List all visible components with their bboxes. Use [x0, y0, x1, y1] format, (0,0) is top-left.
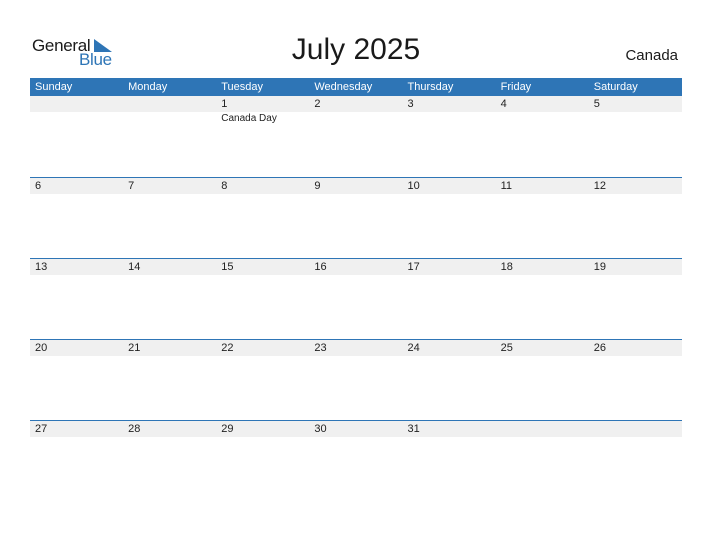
day-number: 25 [500, 342, 513, 354]
day-number: 21 [128, 342, 141, 354]
day-number: 19 [593, 261, 606, 273]
day-number: 14 [128, 261, 141, 273]
day-number: 30 [314, 423, 327, 435]
weekday-label: Monday [128, 81, 168, 93]
weekday-label: Thursday [407, 81, 454, 93]
day-number: 12 [593, 180, 606, 192]
day-number [496, 421, 589, 437]
day-number: 20 [35, 342, 48, 354]
calendar-title: July 2025 [291, 33, 421, 66]
date-strip: 6 7 8 9 10 11 12 [30, 178, 682, 194]
date-strip: 27 28 29 30 31 [30, 421, 682, 437]
holiday-event [496, 112, 589, 126]
day-number: 18 [500, 261, 513, 273]
day-number: 16 [314, 261, 327, 273]
day-number: 28 [128, 423, 141, 435]
day-number: 11 [500, 180, 513, 192]
holiday-event: Canada Day [221, 113, 277, 124]
weekday-label: Tuesday [221, 81, 264, 93]
day-number: 23 [314, 342, 327, 354]
day-number: 13 [35, 261, 48, 273]
day-number: 31 [407, 423, 420, 435]
day-number: 7 [128, 180, 135, 192]
day-number: 24 [407, 342, 420, 354]
week-row: 20 21 22 23 24 25 26 [30, 339, 682, 420]
day-number: 10 [407, 180, 420, 192]
day-number: 17 [407, 261, 420, 273]
day-number [30, 96, 123, 112]
holiday-event [589, 112, 682, 126]
weekday-label: Friday [500, 81, 532, 93]
calendar-grid: Sunday Monday Tuesday Wednesday Thursday Frid… [30, 78, 682, 501]
holiday-event [123, 112, 216, 126]
date-strip: 1 2 3 4 5 [30, 96, 682, 112]
day-number: 15 [221, 261, 234, 273]
day-number: 27 [35, 423, 48, 435]
day-number: 1 [221, 98, 228, 110]
day-number: 29 [221, 423, 234, 435]
day-number: 9 [314, 180, 321, 192]
holiday-event [403, 112, 496, 126]
weekday-label: Wednesday [314, 81, 373, 93]
events-row: Canada Day [30, 112, 682, 126]
week-row: 27 28 29 30 31 [30, 420, 682, 501]
day-number: 8 [221, 180, 228, 192]
day-number: 26 [593, 342, 606, 354]
day-number: 5 [593, 98, 600, 110]
day-number [589, 421, 682, 437]
week-row: 13 14 15 16 17 18 19 [30, 258, 682, 339]
week-row: 6 7 8 9 10 11 12 [30, 177, 682, 258]
date-strip: 13 14 15 16 17 18 19 [30, 259, 682, 275]
day-number: 4 [500, 98, 507, 110]
day-number: 3 [407, 98, 414, 110]
day-number: 2 [314, 98, 321, 110]
day-number: 22 [221, 342, 234, 354]
weekday-label: Sunday [35, 81, 73, 93]
holiday-event [309, 112, 402, 126]
week-row: 1 2 3 4 5 Canada Day [30, 96, 682, 177]
country-label: Canada [625, 47, 678, 64]
date-strip: 20 21 22 23 24 25 26 [30, 340, 682, 356]
day-number: 6 [35, 180, 42, 192]
weekday-label: Saturday [593, 81, 638, 93]
holiday-event [30, 112, 123, 126]
weekday-header: Sunday Monday Tuesday Wednesday Thursday Frid… [30, 78, 682, 96]
day-number [123, 96, 216, 112]
